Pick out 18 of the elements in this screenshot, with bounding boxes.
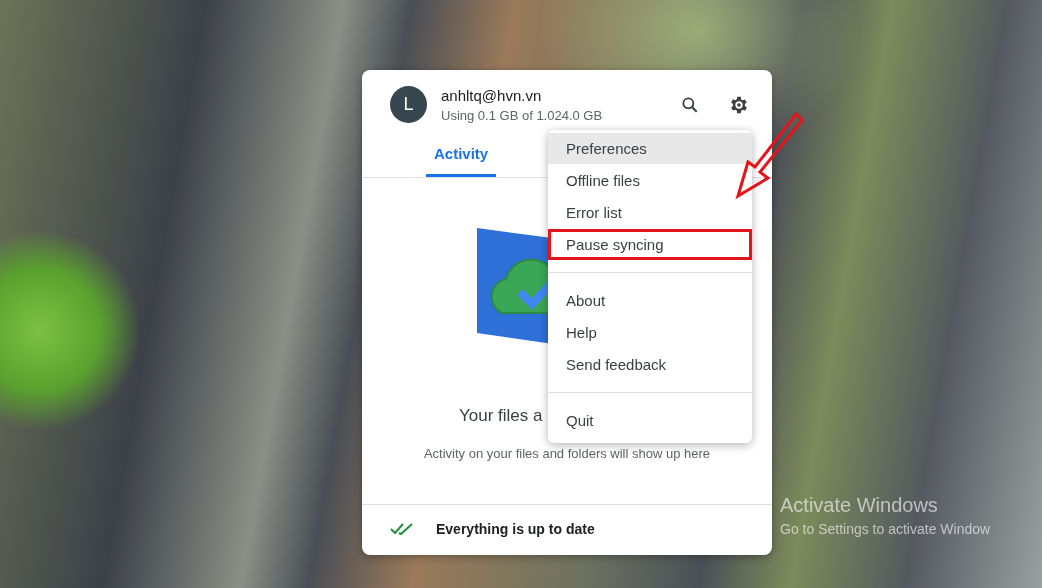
account-email: anhltq@hvn.vn (441, 86, 543, 104)
menu-item[interactable]: Help (548, 317, 752, 348)
menu-item[interactable]: About (548, 285, 752, 316)
activation-message: Go to Settings to activate Window (780, 521, 991, 537)
empty-state-message: Activity on your files and folders will show up here (423, 446, 711, 461)
double-check-icon (390, 522, 414, 536)
menu-item[interactable]: Error list (548, 197, 752, 228)
activation-title: Activate Windows (780, 494, 939, 517)
empty-state-title: Your files a (458, 406, 543, 426)
menu-item[interactable]: Quit (548, 405, 752, 436)
menu-item[interactable]: Offline files (548, 165, 752, 196)
menu-item[interactable]: Pause syncing (548, 229, 752, 260)
activity-tab[interactable]: Activity (426, 145, 497, 177)
menu-item[interactable]: Send feedback (548, 349, 752, 380)
sync-status: Everything is up to date (436, 521, 595, 537)
menu-item[interactable]: Preferences (548, 133, 752, 164)
storage-usage: Using 0.1 GB of 1.024.0 GB (441, 107, 604, 123)
avatar: L (390, 86, 427, 123)
